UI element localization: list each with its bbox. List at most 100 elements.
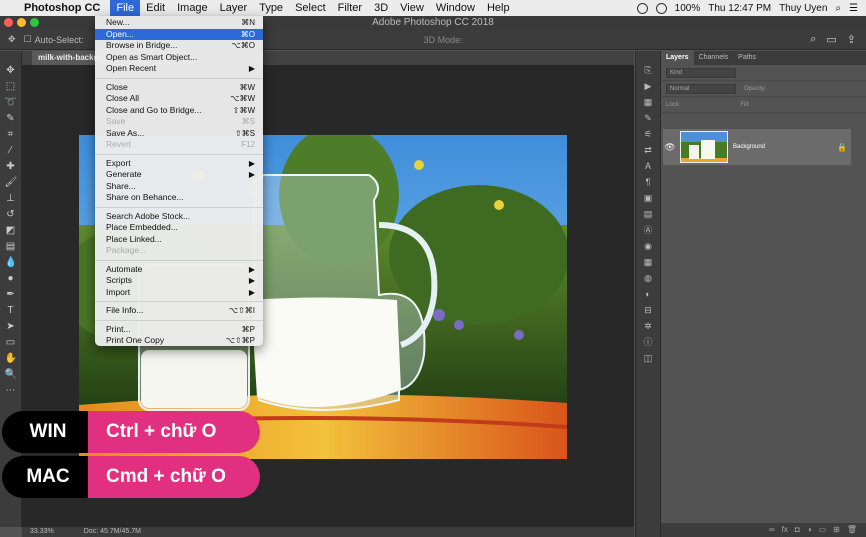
tab-paths[interactable]: Paths bbox=[733, 51, 761, 65]
channels-panel-icon[interactable]: ◫ bbox=[643, 353, 654, 364]
zoom-level[interactable]: 33.33% bbox=[30, 527, 54, 537]
file-menu-item[interactable]: Save As... ⇧⌘S bbox=[95, 128, 263, 140]
libraries-panel-icon[interactable]: ▦ bbox=[643, 97, 654, 108]
glyphs-panel-icon[interactable]: Ⓐ bbox=[643, 225, 654, 236]
file-menu-item[interactable]: Automate ▶ bbox=[95, 264, 263, 276]
file-menu-item[interactable]: Open Recent ▶ bbox=[95, 63, 263, 75]
color-panel-icon[interactable]: ◐ bbox=[643, 289, 654, 300]
pen-tool-icon[interactable]: ✒ bbox=[5, 289, 17, 301]
menu-help[interactable]: Help bbox=[481, 0, 516, 16]
brush-tool-icon[interactable]: 🖌 bbox=[5, 177, 18, 189]
dodge-tool-icon[interactable]: ● bbox=[5, 273, 17, 285]
file-menu-item[interactable]: Close ⌘W bbox=[95, 82, 263, 94]
file-menu-item[interactable]: Print One Copy ⌥⇧⌘P bbox=[95, 335, 263, 347]
menu-window[interactable]: Window bbox=[430, 0, 481, 16]
blend-mode-select[interactable]: Normal bbox=[666, 83, 736, 94]
search-icon[interactable]: ⌕ bbox=[835, 3, 841, 14]
tab-layers[interactable]: Layers bbox=[661, 51, 694, 65]
edit-toolbar-icon[interactable]: ⋯ bbox=[5, 385, 17, 397]
history-brush-icon[interactable]: ↺ bbox=[5, 209, 17, 221]
layer-lock-icon[interactable]: 🔒 bbox=[837, 143, 851, 152]
file-menu-item[interactable]: Share on Behance... bbox=[95, 192, 263, 204]
menu-file[interactable]: File bbox=[110, 0, 141, 16]
file-menu-item[interactable]: Search Adobe Stock... bbox=[95, 211, 263, 223]
layer-style-icon[interactable]: fx bbox=[782, 523, 788, 537]
3d-panel-icon[interactable]: ◉ bbox=[643, 241, 654, 252]
link-layers-icon[interactable]: ∞ bbox=[769, 523, 775, 537]
history-panel-icon[interactable]: ⎘ bbox=[643, 65, 654, 76]
user-label[interactable]: Thuy Uyen bbox=[779, 3, 827, 14]
layer-row-background[interactable]: 👁 Background 🔒 bbox=[663, 129, 851, 165]
stamp-tool-icon[interactable]: ⊥ bbox=[5, 193, 17, 205]
character-panel-icon[interactable]: A bbox=[643, 161, 654, 172]
adjust-panel-icon[interactable]: ⇄ bbox=[643, 145, 654, 156]
file-menu-item[interactable]: Close All ⌥⌘W bbox=[95, 93, 263, 105]
file-menu-item[interactable]: Place Linked... bbox=[95, 234, 263, 246]
blur-tool-icon[interactable]: 💧 bbox=[5, 257, 17, 269]
notes-panel-icon[interactable]: ▤ bbox=[643, 209, 654, 220]
app-name[interactable]: Photoshop CC bbox=[24, 2, 100, 14]
file-menu-item[interactable]: Generate ▶ bbox=[95, 169, 263, 181]
kind-filter-select[interactable]: Kind bbox=[666, 67, 736, 78]
new-layer-icon[interactable]: ⊞ bbox=[833, 523, 840, 537]
eraser-tool-icon[interactable]: ◩ bbox=[5, 225, 17, 237]
doc-size[interactable]: Doc: 45.7M/45.7M bbox=[84, 527, 141, 537]
navigator-panel-icon[interactable]: ▣ bbox=[643, 193, 654, 204]
type-tool-icon[interactable]: T bbox=[5, 305, 17, 317]
file-menu-item[interactable]: Open... ⌘O bbox=[95, 28, 263, 40]
adjustment-layer-icon[interactable]: ◑ bbox=[807, 523, 812, 537]
menu-view[interactable]: View bbox=[394, 0, 430, 16]
minimize-window-icon[interactable] bbox=[17, 18, 26, 27]
clock-label[interactable]: Thu 12:47 PM bbox=[708, 3, 771, 14]
timeline-panel-icon[interactable]: ⊟ bbox=[643, 305, 654, 316]
menu-type[interactable]: Type bbox=[253, 0, 289, 16]
menu-select[interactable]: Select bbox=[289, 0, 332, 16]
close-window-icon[interactable] bbox=[4, 18, 13, 27]
add-mask-icon[interactable]: ◘ bbox=[795, 523, 800, 537]
battery-label[interactable]: 100% bbox=[675, 3, 701, 14]
menu-3d[interactable]: 3D bbox=[368, 0, 394, 16]
tray-record-icon[interactable] bbox=[636, 2, 648, 14]
quick-select-tool-icon[interactable]: ✎ bbox=[5, 113, 17, 125]
delete-layer-icon[interactable]: 🗑 bbox=[847, 523, 857, 537]
share-icon[interactable]: ⇪ bbox=[847, 33, 856, 46]
tab-channels[interactable]: Channels bbox=[694, 51, 734, 65]
move-tool-icon[interactable]: ✥ bbox=[8, 34, 16, 45]
search-icon[interactable]: ⌕ bbox=[810, 33, 816, 46]
file-menu-item[interactable]: Share... bbox=[95, 181, 263, 193]
visibility-eye-icon[interactable]: 👁 bbox=[663, 142, 677, 153]
crop-tool-icon[interactable]: ⌗ bbox=[5, 129, 17, 141]
file-menu-item[interactable]: Scripts ▶ bbox=[95, 275, 263, 287]
zoom-tool-icon[interactable]: 🔍 bbox=[5, 369, 17, 381]
menu-filter[interactable]: Filter bbox=[332, 0, 368, 16]
brush-settings-icon[interactable]: ⚟ bbox=[643, 129, 654, 140]
paragraph-panel-icon[interactable]: ¶ bbox=[643, 177, 654, 188]
file-menu-item[interactable]: New... ⌘N bbox=[95, 17, 263, 29]
menu-layer[interactable]: Layer bbox=[214, 0, 254, 16]
properties-panel-icon[interactable]: ✲ bbox=[643, 321, 654, 332]
file-menu-item[interactable]: Import ▶ bbox=[95, 287, 263, 299]
new-group-icon[interactable]: ▭ bbox=[819, 523, 827, 537]
zoom-window-icon[interactable] bbox=[30, 18, 39, 27]
auto-select-checkbox[interactable]: ☐ bbox=[24, 34, 32, 45]
file-menu-item[interactable]: Print... ⌘P bbox=[95, 324, 263, 336]
tray-wifi-icon[interactable] bbox=[655, 2, 667, 14]
lasso-tool-icon[interactable]: ➰ bbox=[5, 97, 17, 109]
eyedropper-tool-icon[interactable]: ⁄ bbox=[5, 145, 17, 157]
hand-tool-icon[interactable]: ✋ bbox=[5, 353, 17, 365]
actions-panel-icon[interactable]: ▶ bbox=[643, 81, 654, 92]
swatches-panel-icon[interactable]: ▦ bbox=[643, 257, 654, 268]
healing-tool-icon[interactable]: ✚ bbox=[5, 161, 17, 173]
shape-tool-icon[interactable]: ▭ bbox=[5, 337, 17, 349]
gradient-tool-icon[interactable]: ▤ bbox=[5, 241, 17, 253]
layer-name[interactable]: Background bbox=[733, 144, 837, 150]
file-menu-item[interactable]: File Info... ⌥⇧⌘I bbox=[95, 305, 263, 317]
file-menu-item[interactable]: Export ▶ bbox=[95, 158, 263, 170]
styles-panel-icon[interactable]: ◍ bbox=[643, 273, 654, 284]
file-menu-item[interactable]: Place Embedded... bbox=[95, 222, 263, 234]
marquee-tool-icon[interactable]: ⬚ bbox=[5, 81, 17, 93]
info-panel-icon[interactable]: ⓘ bbox=[643, 337, 654, 348]
menu-image[interactable]: Image bbox=[171, 0, 214, 16]
file-menu-item[interactable]: Browse in Bridge... ⌥⌘O bbox=[95, 40, 263, 52]
file-menu-item[interactable]: Close and Go to Bridge... ⇧⌘W bbox=[95, 105, 263, 117]
